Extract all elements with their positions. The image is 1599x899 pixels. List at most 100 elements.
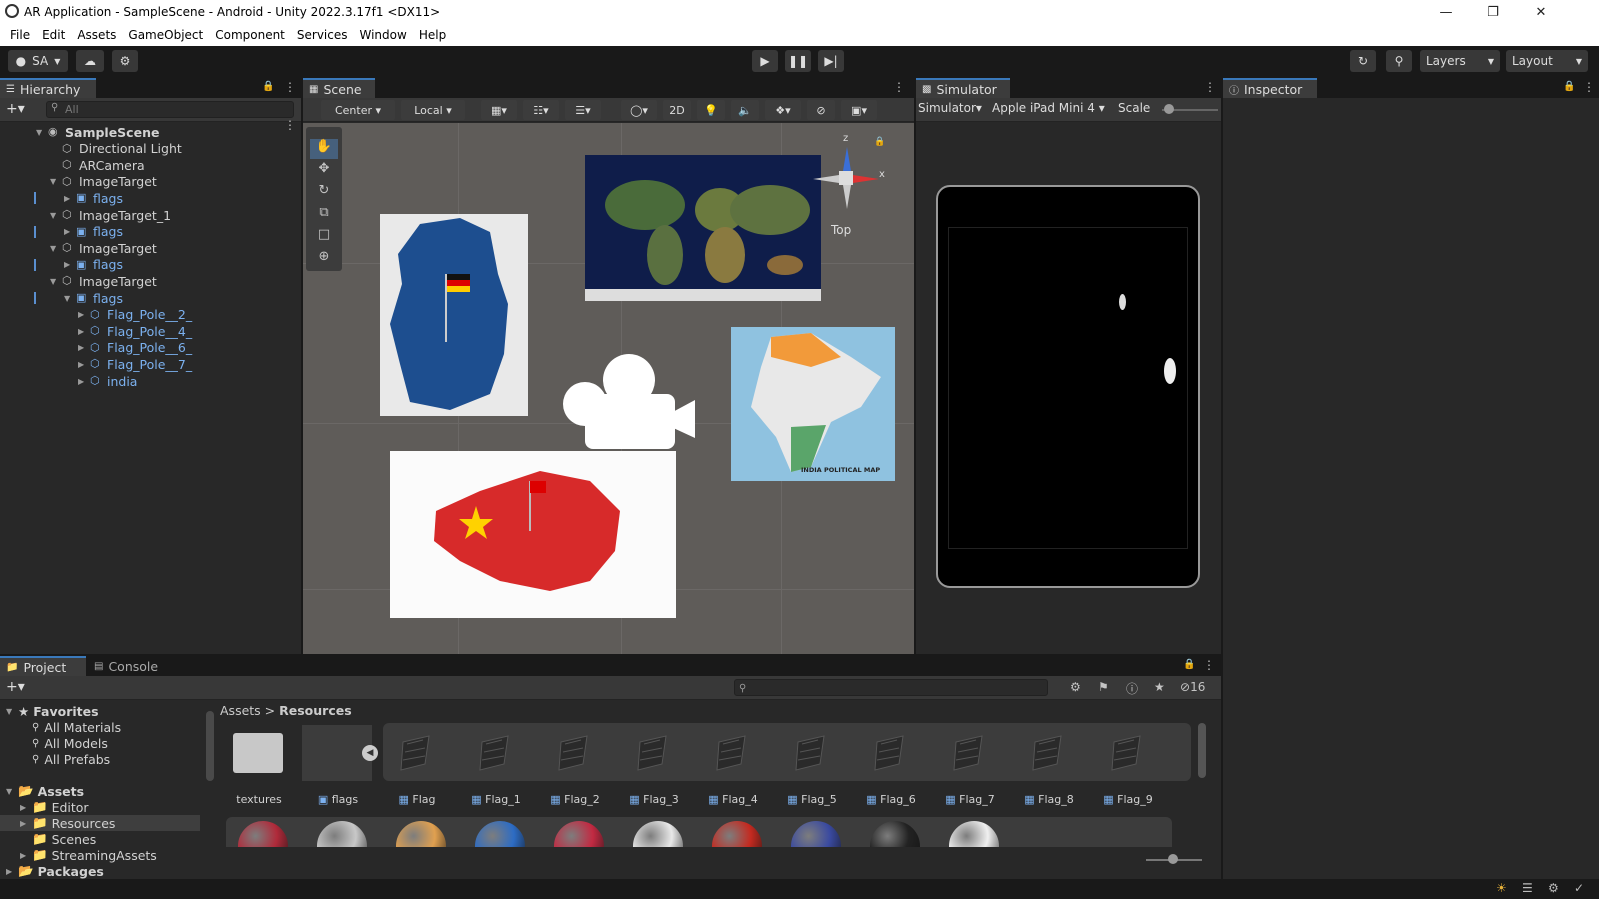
folder-editor[interactable]: ▶ 📁 Editor [20, 799, 89, 815]
menu-component[interactable]: Component [209, 28, 291, 42]
menu-file[interactable]: File [4, 28, 36, 42]
folder-resources[interactable]: ▶ 📁 Resources [0, 815, 200, 831]
expand-arrow-icon[interactable]: ▼ [50, 211, 62, 220]
close-window-button[interactable]: ✕ [1518, 0, 1564, 24]
flag-mesh-icon[interactable] [381, 725, 451, 781]
favorites-header[interactable]: ▼ ★ Favorites [6, 703, 99, 719]
snap-button[interactable]: ▦▾ [481, 100, 517, 120]
more-icon[interactable]: ⋮ [1583, 80, 1595, 94]
material-sphere[interactable] [791, 821, 841, 847]
collab-button[interactable]: ⚙ [112, 50, 138, 72]
material-sphere[interactable] [554, 821, 604, 847]
account-button[interactable]: ● SA ▼ [8, 50, 68, 72]
flag-mesh-icon[interactable] [1092, 725, 1162, 781]
toggle-2d-button[interactable]: 2D [663, 100, 691, 120]
increment-button[interactable]: ☰▾ [565, 100, 601, 120]
expand-arrow-icon[interactable]: ▶ [78, 377, 90, 386]
world-map-image[interactable] [585, 155, 821, 301]
lock-icon[interactable]: 🔒 [1183, 659, 1195, 670]
hierarchy-item[interactable]: ▶ ⬡ india [78, 373, 137, 389]
lock-icon[interactable]: 🔒 [1563, 81, 1575, 92]
transform-tool-icon[interactable]: ⊕ [310, 249, 338, 269]
scale-tool-icon[interactable]: ⧉ [310, 205, 338, 225]
expand-arrow-icon[interactable]: ▶ [78, 360, 90, 369]
device-dropdown[interactable]: Apple iPad Mini 4 ▾ [992, 101, 1105, 115]
more-icon[interactable]: ⋮ [893, 80, 905, 94]
material-sphere[interactable] [475, 821, 525, 847]
shading-dropdown[interactable]: ◯▾ [621, 100, 657, 120]
menu-help[interactable]: Help [413, 28, 452, 42]
cloud-button[interactable]: ☁ [76, 50, 104, 72]
expand-arrow-icon[interactable]: ▼ [36, 128, 48, 137]
hierarchy-item[interactable]: ▼ ⬡ ImageTarget [50, 273, 157, 289]
lighting-button[interactable]: 💡 [697, 100, 725, 120]
germany-map-image[interactable] [380, 214, 528, 416]
breadcrumb-assets[interactable]: Assets [220, 703, 261, 718]
tab-console[interactable]: ▤ Console [88, 656, 168, 676]
tab-scene[interactable]: ▦ Scene [303, 78, 375, 98]
rect-tool-icon[interactable]: □ [310, 227, 338, 247]
material-sphere[interactable] [238, 821, 288, 847]
folder-scenes[interactable]: 📁 Scenes [32, 831, 96, 847]
folder-icon[interactable] [223, 725, 293, 781]
tab-inspector[interactable]: ⓘ Inspector [1223, 78, 1317, 98]
effects-button[interactable]: ❖ ▾ [765, 100, 801, 120]
expand-arrow-icon[interactable]: ▶ [64, 260, 76, 269]
filter-type-icon[interactable]: ⚙ [1070, 680, 1081, 694]
favorite-all-prefabs[interactable]: ⚲ All Prefabs [32, 751, 110, 767]
flag-mesh-icon[interactable] [776, 725, 846, 781]
mode-dropdown[interactable]: Simulator▾ [918, 101, 982, 115]
visibility-button[interactable]: ⊘ [807, 100, 835, 120]
hierarchy-item[interactable]: ▶ ⬡ Flag_Pole__6_ [78, 340, 192, 356]
layers-dropdown[interactable]: Layers ▼ [1420, 50, 1500, 72]
orientation-gizmo[interactable]: z x Top [813, 133, 893, 237]
hierarchy-item[interactable]: ▼ ▣ flags [64, 290, 123, 306]
cache-icon[interactable]: ☰ [1522, 881, 1533, 895]
menu-edit[interactable]: Edit [36, 28, 71, 42]
move-tool-icon[interactable]: ✥ [310, 161, 338, 181]
filter-label-icon[interactable]: ⚑ [1098, 680, 1109, 694]
expand-arrow-icon[interactable]: ▶ [64, 194, 76, 203]
tree-scrollbar[interactable] [206, 711, 214, 781]
light-bake-icon[interactable]: ☀ [1496, 881, 1507, 895]
favorite-all-models[interactable]: ⚲ All Models [32, 735, 108, 751]
rotate-tool-icon[interactable]: ↻ [310, 183, 338, 203]
audio-button[interactable]: 🔈 [731, 100, 759, 120]
camera-dropdown[interactable]: ▣ ▾ [841, 100, 877, 120]
menu-services[interactable]: Services [291, 28, 354, 42]
hierarchy-item[interactable]: ▶ ⬡ Flag_Pole__4_ [78, 323, 192, 339]
add-icon[interactable]: +▾ [6, 101, 25, 117]
menu-gameobject[interactable]: GameObject [122, 28, 209, 42]
scale-slider-thumb[interactable] [1164, 104, 1174, 114]
hierarchy-item[interactable]: ▶ ▣ flags [64, 257, 123, 273]
hierarchy-item[interactable]: ▼ ◉ SampleScene [36, 124, 159, 140]
folder-streamingassets[interactable]: ▶ 📁 StreamingAssets [20, 847, 157, 863]
step-button[interactable]: ▶| [818, 50, 844, 72]
minimize-button[interactable]: — [1423, 0, 1469, 24]
hand-tool-icon[interactable]: ✋ [310, 139, 338, 159]
project-search-input[interactable]: ⚲ [734, 679, 1048, 696]
layout-dropdown[interactable]: Layout ▼ [1506, 50, 1588, 72]
tab-project[interactable]: 📁 Project [0, 656, 86, 676]
hierarchy-item[interactable]: ▼ ⬡ ImageTarget [50, 174, 157, 190]
tab-simulator[interactable]: ▩ Simulator [916, 78, 1010, 98]
more-icon[interactable]: ⋮ [1203, 658, 1215, 672]
pivot-dropdown[interactable]: Center ▾ [321, 100, 395, 120]
hierarchy-item[interactable]: ▶ ⬡ Flag_Pole__7_ [78, 356, 192, 372]
material-sphere[interactable] [633, 821, 683, 847]
more-icon[interactable]: ⋮ [1204, 80, 1216, 94]
material-sphere[interactable] [317, 821, 367, 847]
material-sphere[interactable] [712, 821, 762, 847]
material-sphere[interactable] [949, 821, 999, 847]
camera-gizmo-icon[interactable] [559, 354, 699, 450]
expand-prefab-icon[interactable]: ◀ [362, 745, 378, 761]
grid-button[interactable]: ☷▾ [523, 100, 559, 120]
flag-mesh-icon[interactable] [934, 725, 1004, 781]
assets-header[interactable]: ▼ 📂 Assets [6, 783, 84, 799]
tab-hierarchy[interactable]: ☰ Hierarchy [0, 78, 96, 98]
check-icon[interactable]: ✓ [1574, 881, 1584, 895]
search-button[interactable]: ⚲ [1386, 50, 1412, 72]
expand-arrow-icon[interactable]: ▼ [50, 277, 62, 286]
prefab-thumbnail[interactable]: ◀ [302, 725, 378, 781]
debug-icon[interactable]: ⚙ [1548, 881, 1559, 895]
